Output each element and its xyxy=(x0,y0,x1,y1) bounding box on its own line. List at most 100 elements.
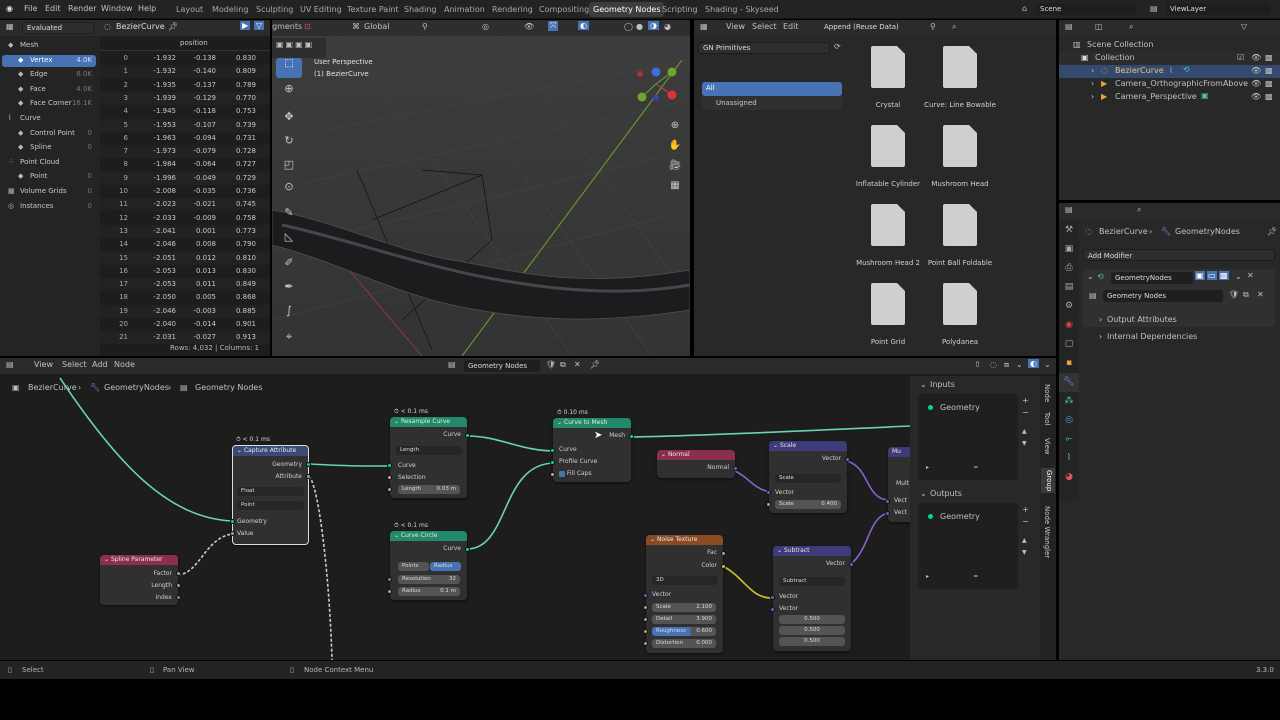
node-vector-math-subtract[interactable]: ⌄ Subtract Vector Subtract Vector Vector… xyxy=(770,546,854,651)
menu-select[interactable]: Select xyxy=(752,22,777,31)
fill-caps-checkbox[interactable]: Fill Caps xyxy=(559,470,592,477)
render-display-icon[interactable]: ▩ xyxy=(1219,271,1229,280)
outliner-row-beziercurve[interactable]: › ◌ BezierCurve ⌇ ⟲ 👁︎ ▩ xyxy=(1059,65,1280,78)
operation-dropdown[interactable]: Scale xyxy=(775,474,841,483)
expand-icon[interactable]: › xyxy=(1099,332,1102,341)
add-output-button[interactable]: + xyxy=(1022,505,1029,514)
input-item-geometry[interactable]: Geometry xyxy=(920,402,1016,414)
node-resample-curve[interactable]: ⌄ Resample Curve Curve Length Curve Sele… xyxy=(387,417,470,498)
mode-radius-button[interactable]: Radius xyxy=(430,562,461,571)
vector-z-field[interactable]: 0.500 xyxy=(779,637,845,646)
roughness-field[interactable]: Roughness 0.600 xyxy=(652,627,716,636)
expand-icon[interactable]: › xyxy=(1099,315,1102,324)
node-header[interactable]: ⌄ Noise Texture xyxy=(646,535,723,545)
socket-input-vector-a[interactable] xyxy=(770,595,775,600)
outliner-row-collection[interactable]: ▣ Collection ☑ 👁︎ ▩ xyxy=(1059,52,1280,65)
node-capture-attribute[interactable]: ⌄ Capture Attribute Geometry Attribute F… xyxy=(230,445,311,545)
view-layer-tab-icon[interactable]: ▤ xyxy=(1059,278,1079,297)
pivot-icon[interactable]: ⚲ xyxy=(422,22,428,31)
transform-tool-icon[interactable]: ⊙ xyxy=(276,180,302,193)
socket-output-vector[interactable] xyxy=(845,457,850,462)
column-header-position[interactable]: position xyxy=(180,39,208,47)
move-tool-icon[interactable]: ✥ xyxy=(276,110,302,123)
operation-dropdown[interactable]: Subtract xyxy=(779,577,845,586)
asset-item[interactable]: Mushroom Head xyxy=(920,125,1000,200)
world-tab-icon[interactable]: ◉ xyxy=(1059,316,1079,335)
dimensions-dropdown[interactable]: 3D xyxy=(652,576,718,585)
dropdown-icon[interactable]: ⌄ xyxy=(1235,272,1242,281)
draw-tool-icon[interactable]: ✐ xyxy=(276,256,302,269)
selection-mode-icons[interactable]: ▣▣▣▣ xyxy=(276,40,314,49)
ws-tab-compositing[interactable]: Compositing xyxy=(535,2,593,17)
navigation-gizmo[interactable] xyxy=(632,62,682,108)
ws-tab-shading-skyseed[interactable]: Shading - Skyseed xyxy=(701,2,783,17)
search-icon[interactable]: ⌕ xyxy=(1129,22,1133,32)
node-header[interactable]: ⌄ Capture Attribute xyxy=(233,446,308,456)
mode-icon[interactable]: ⊡ xyxy=(304,22,311,31)
curve-tool-icon[interactable]: ∫ xyxy=(276,304,302,317)
overlay-icon[interactable]: ◌ xyxy=(990,360,997,369)
ws-tab-shading[interactable]: Shading xyxy=(400,2,441,17)
node-curve-to-mesh[interactable]: ⌄ Curve to Mesh Mesh Curve Profile Curve… xyxy=(550,418,634,482)
select-tool-icon[interactable]: ⬚ xyxy=(276,58,302,78)
socket-output-fac[interactable] xyxy=(721,551,726,556)
overlays-icon[interactable]: ◐ xyxy=(1028,359,1039,368)
sidebar-tab-node-wrangler[interactable]: Node Wrangler xyxy=(1043,506,1051,558)
outliner-row-camera-persp[interactable]: › ▶ Camera_Perspective ▣ 👁︎ ▩ xyxy=(1059,91,1280,104)
distortion-field[interactable]: Distortion 0.000 xyxy=(652,639,716,648)
pen-tool-icon[interactable]: ✒ xyxy=(276,280,302,293)
socket-input-geometry[interactable] xyxy=(230,519,235,524)
collapse-icon[interactable]: ⌄ xyxy=(920,380,927,389)
particles-tab-icon[interactable]: ⁂ xyxy=(1059,392,1079,411)
collapse-icon[interactable]: ⌄ xyxy=(920,489,927,498)
catalog-unassigned[interactable]: Unassigned xyxy=(702,96,842,110)
tilt-tool-icon[interactable]: ⌖ xyxy=(276,330,302,344)
resolution-field[interactable]: Resolution 32 xyxy=(398,575,460,584)
output-item-geometry[interactable]: Geometry xyxy=(920,511,1016,523)
parent-node-icon[interactable]: ⇧ xyxy=(974,360,981,369)
asset-item[interactable]: Point Grid xyxy=(848,283,928,356)
camera-icon[interactable]: ▩ xyxy=(1265,79,1273,88)
ws-tab-texture-paint[interactable]: Texture Paint xyxy=(343,2,403,17)
zoom-icon[interactable]: ⊕ xyxy=(668,116,682,136)
domain-item-spline[interactable]: ◆ Spline 0 xyxy=(2,142,96,154)
search-icon[interactable]: ⌕ xyxy=(1137,205,1141,215)
annotate-tool-icon[interactable]: ✎ xyxy=(276,206,302,219)
socket-output-attribute[interactable] xyxy=(306,474,311,479)
tool-tab-icon[interactable]: ⚒ xyxy=(1059,221,1079,240)
domain-item-point[interactable]: ◆ Point 0 xyxy=(2,171,96,183)
physics-tab-icon[interactable]: ◎ xyxy=(1059,411,1079,430)
domain-item-volume-grids[interactable]: ▦ Volume Grids 0 xyxy=(2,186,96,198)
node-spline-parameter[interactable]: ⌄ Spline Parameter Factor Length Index xyxy=(100,555,181,605)
shading-rendered-icon[interactable]: ◕ xyxy=(664,22,671,31)
camera-icon[interactable]: ▩ xyxy=(1265,66,1273,75)
snap-icon[interactable]: ⧈ xyxy=(1004,360,1009,370)
node-header[interactable]: ⌄ Subtract xyxy=(773,546,851,556)
asset-item[interactable]: Crystal xyxy=(848,46,928,121)
node-curve-circle[interactable]: ⌄ Curve Circle Curve Points Radius Resol… xyxy=(387,531,470,600)
outliner-row-scene[interactable]: ▥ Scene Collection xyxy=(1059,38,1280,52)
sidebar-tab-view[interactable]: View xyxy=(1043,438,1051,455)
ws-tab-uv-editing[interactable]: UV Editing xyxy=(296,2,346,17)
filter-icon[interactable]: ⚲ xyxy=(930,22,936,31)
length-field[interactable]: Length 0.03 m xyxy=(398,485,460,494)
blender-logo-icon[interactable]: ◉ xyxy=(6,4,13,13)
socket-output-vector[interactable] xyxy=(849,562,854,567)
edit-mode-icon[interactable]: ▣ xyxy=(1195,271,1205,280)
socket-input-curve[interactable] xyxy=(550,448,555,453)
socket-output-geometry[interactable] xyxy=(306,462,311,467)
detail-field[interactable]: Detail 3.900 xyxy=(652,615,716,624)
object-tab-icon[interactable]: ▪ xyxy=(1059,354,1079,373)
menu-edit[interactable]: Edit xyxy=(783,22,799,31)
socket-output-color[interactable] xyxy=(721,564,726,569)
domain-item-vertex[interactable]: ◆ Vertex 4.0K xyxy=(2,54,96,67)
socket-input-scale[interactable] xyxy=(643,605,648,610)
ortho-grid-icon[interactable]: ▦ xyxy=(668,176,682,196)
ws-tab-layout[interactable]: Layout xyxy=(172,2,207,17)
node-group-field[interactable]: Geometry Nodes xyxy=(1103,290,1223,302)
editor-type-icon[interactable]: ▤ xyxy=(1065,22,1073,31)
node-header[interactable]: ⌄ Scale xyxy=(769,441,847,451)
expand-icon[interactable]: › xyxy=(1091,92,1094,101)
asset-item[interactable]: Mushroom Head 2 xyxy=(848,204,928,279)
node-header[interactable]: ⌄ Spline Parameter xyxy=(100,555,178,565)
